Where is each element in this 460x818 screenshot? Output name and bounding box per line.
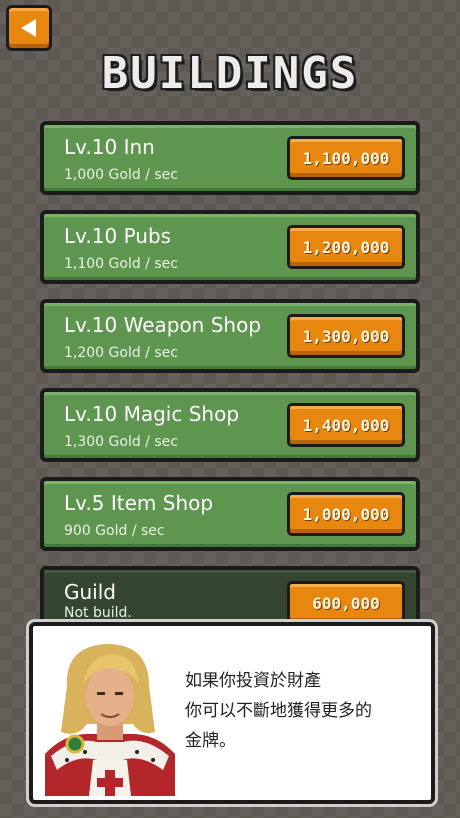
building-name: Lv.5 Item Shop [64, 491, 214, 515]
back-button[interactable] [6, 5, 52, 51]
upgrade-price-button[interactable]: 1,200,000 [287, 225, 405, 269]
upgrade-price-button[interactable]: 1,100,000 [287, 136, 405, 180]
building-name: Guild [64, 580, 116, 604]
building-name: Lv.10 Weapon Shop [64, 313, 262, 337]
upgrade-price-button[interactable]: 1,300,000 [287, 314, 405, 358]
building-rate: 900 Gold / sec [64, 523, 165, 539]
dialog-line: 如果你投資於財產 [185, 671, 321, 691]
upgrade-price-button[interactable]: 1,400,000 [287, 403, 405, 447]
building-status: Not build. [64, 605, 132, 621]
building-row-inn: Lv.10 Inn 1,000 Gold / sec 1,100,000 [40, 121, 420, 195]
advisor-portrait [45, 636, 175, 796]
building-name: Lv.10 Pubs [64, 224, 172, 248]
dialog-message: 如果你投資於財產 你可以不斷地獲得更多的 金牌。 [185, 666, 425, 756]
building-rate: 1,200 Gold / sec [64, 345, 178, 361]
building-row-magic-shop: Lv.10 Magic Shop 1,300 Gold / sec 1,400,… [40, 388, 420, 462]
building-row-item-shop: Lv.5 Item Shop 900 Gold / sec 1,000,000 [40, 477, 420, 551]
buildings-list: Lv.10 Inn 1,000 Gold / sec 1,100,000 Lv.… [40, 121, 420, 655]
build-price-button[interactable]: 600,000 [287, 581, 405, 625]
upgrade-price-button[interactable]: 1,000,000 [287, 492, 405, 536]
building-row-pubs: Lv.10 Pubs 1,100 Gold / sec 1,200,000 [40, 210, 420, 284]
building-name: Lv.10 Magic Shop [64, 402, 240, 426]
left-arrow-icon [21, 19, 36, 37]
advisor-dialog[interactable]: 如果你投資於財產 你可以不斷地獲得更多的 金牌。 [29, 622, 435, 804]
page-title: BUILDINGS [101, 48, 359, 99]
dialog-line: 金牌。 [185, 731, 236, 751]
dialog-line: 你可以不斷地獲得更多的 [185, 701, 372, 721]
building-rate: 1,300 Gold / sec [64, 434, 178, 450]
building-name: Lv.10 Inn [64, 135, 155, 159]
building-rate: 1,100 Gold / sec [64, 256, 178, 272]
building-row-weapon-shop: Lv.10 Weapon Shop 1,200 Gold / sec 1,300… [40, 299, 420, 373]
building-rate: 1,000 Gold / sec [64, 167, 178, 183]
